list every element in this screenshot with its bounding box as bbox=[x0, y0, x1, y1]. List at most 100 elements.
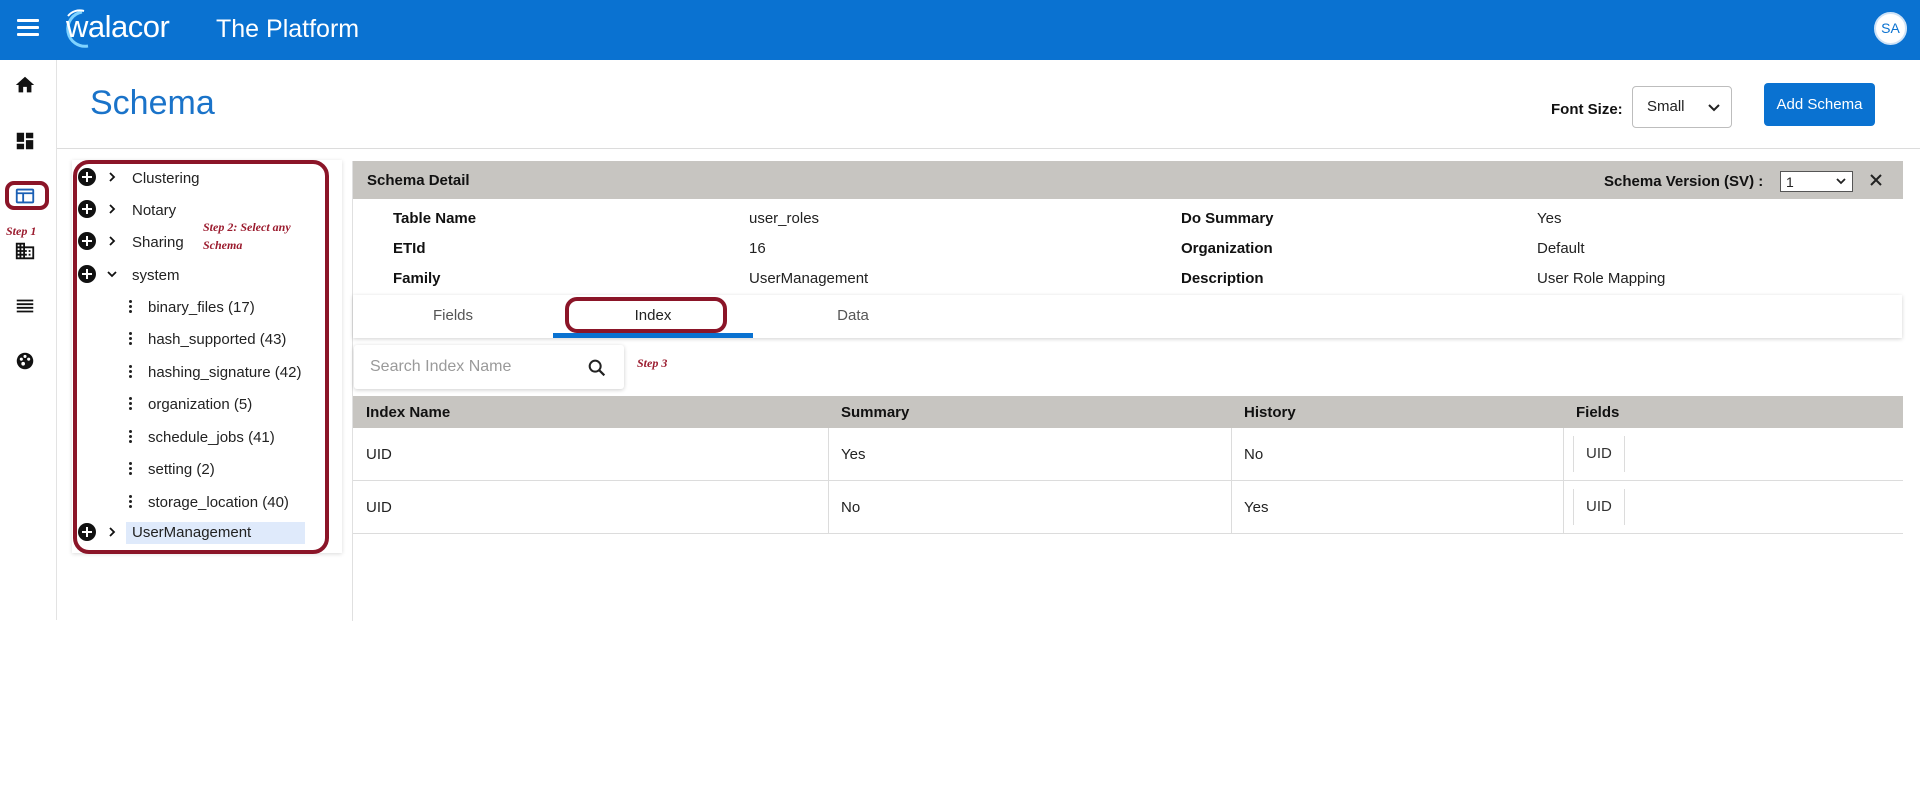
tab-index[interactable]: Index bbox=[553, 295, 753, 338]
page-title: Schema bbox=[90, 84, 215, 122]
schema-detail-header: Schema Detail Schema Version (SV) : 1 bbox=[353, 161, 1903, 199]
column-divider bbox=[828, 428, 829, 481]
column-header-fields[interactable]: Fields bbox=[1576, 404, 1619, 421]
user-avatar[interactable]: SA bbox=[1874, 12, 1907, 45]
chevron-right-icon[interactable] bbox=[106, 235, 118, 247]
column-divider bbox=[1231, 481, 1232, 534]
font-size-value: Small bbox=[1647, 98, 1685, 115]
summary-cell: Yes bbox=[841, 446, 866, 463]
home-icon[interactable] bbox=[14, 74, 36, 96]
column-divider bbox=[1563, 428, 1564, 481]
column-header-summary[interactable]: Summary bbox=[841, 404, 909, 421]
chevron-down-icon bbox=[1836, 178, 1846, 185]
add-circle-icon[interactable] bbox=[78, 265, 96, 283]
step2-annotation: Step 2: Select any Schema bbox=[203, 220, 291, 252]
tree-schema-label: hashing_signature (42) bbox=[148, 364, 302, 381]
tree-schema-label: setting (2) bbox=[148, 461, 215, 478]
index-name-cell: UID bbox=[366, 499, 392, 516]
list-icon[interactable] bbox=[14, 295, 36, 317]
top-app-bar: walacor The Platform SA bbox=[0, 0, 1920, 60]
close-icon[interactable] bbox=[1868, 172, 1884, 188]
hamburger-menu-icon[interactable] bbox=[14, 16, 42, 44]
table-row[interactable]: UID Yes No UID bbox=[353, 428, 1903, 481]
more-vert-icon[interactable] bbox=[129, 300, 135, 316]
tree-schema-label: storage_location (40) bbox=[148, 494, 289, 511]
table-row[interactable]: UID No Yes UID bbox=[353, 481, 1903, 534]
tree-group-label: UserManagement bbox=[126, 522, 306, 544]
tree-schema-item[interactable]: hashing_signature (42) bbox=[72, 360, 332, 388]
tree-group-clustering[interactable]: Clustering bbox=[72, 166, 332, 194]
tree-schema-item[interactable]: organization (5) bbox=[72, 392, 332, 420]
chevron-down-icon[interactable] bbox=[106, 268, 118, 280]
schema-version-value: 1 bbox=[1786, 174, 1794, 190]
index-search-box bbox=[354, 345, 624, 389]
tree-schema-item[interactable]: hash_supported (43) bbox=[72, 327, 332, 355]
index-name-cell: UID bbox=[366, 446, 392, 463]
organization-icon[interactable] bbox=[14, 240, 36, 262]
tree-schema-item[interactable]: schedule_jobs (41) bbox=[72, 425, 332, 453]
description-value: User Role Mapping bbox=[1537, 270, 1666, 287]
tree-group-label: Clustering bbox=[132, 170, 200, 187]
palette-icon[interactable] bbox=[14, 350, 36, 372]
tree-schema-label: organization (5) bbox=[148, 396, 253, 413]
chevron-right-icon[interactable] bbox=[106, 203, 118, 215]
add-circle-icon[interactable] bbox=[78, 200, 96, 218]
schema-detail-title: Schema Detail bbox=[367, 172, 470, 189]
column-header-index-name[interactable]: Index Name bbox=[366, 404, 450, 421]
tree-group-label: Sharing bbox=[132, 234, 184, 251]
add-circle-icon[interactable] bbox=[78, 232, 96, 250]
etid-value: 16 bbox=[749, 240, 766, 257]
field-chip: UID bbox=[1573, 436, 1625, 472]
chevron-down-icon bbox=[1708, 104, 1720, 112]
tree-schema-item[interactable]: binary_files (17) bbox=[72, 295, 332, 323]
index-search-input[interactable] bbox=[370, 357, 570, 377]
chevron-right-icon[interactable] bbox=[106, 526, 118, 538]
header-divider bbox=[57, 148, 1920, 149]
etid-label: ETId bbox=[393, 240, 426, 257]
field-chip: UID bbox=[1573, 489, 1625, 525]
tree-schema-label: hash_supported (43) bbox=[148, 331, 287, 348]
column-header-history[interactable]: History bbox=[1244, 404, 1296, 421]
table-name-label: Table Name bbox=[393, 210, 477, 227]
app-title: The Platform bbox=[216, 15, 360, 43]
step1-annotation: Step 1 bbox=[6, 224, 37, 238]
organization-label: Organization bbox=[1181, 240, 1273, 257]
more-vert-icon[interactable] bbox=[129, 365, 135, 381]
chevron-right-icon[interactable] bbox=[106, 171, 118, 183]
family-value: UserManagement bbox=[749, 270, 869, 287]
organization-value: Default bbox=[1537, 240, 1585, 257]
font-size-label: Font Size: bbox=[1551, 101, 1623, 118]
tab-data[interactable]: Data bbox=[753, 295, 953, 338]
search-icon[interactable] bbox=[586, 357, 608, 379]
schema-version-select[interactable]: 1 bbox=[1780, 171, 1853, 192]
more-vert-icon[interactable] bbox=[129, 332, 135, 348]
tree-schema-item[interactable]: storage_location (40) bbox=[72, 490, 332, 518]
column-divider bbox=[1231, 428, 1232, 481]
more-vert-icon[interactable] bbox=[129, 495, 135, 511]
add-circle-icon[interactable] bbox=[78, 523, 96, 541]
more-vert-icon[interactable] bbox=[129, 462, 135, 478]
tree-schema-item[interactable]: setting (2) bbox=[72, 457, 332, 485]
column-divider bbox=[828, 481, 829, 534]
step3-annotation: Step 3 bbox=[637, 356, 668, 370]
tree-group-usermanagement[interactable]: UserManagement bbox=[72, 521, 332, 549]
do-summary-label: Do Summary bbox=[1181, 210, 1274, 227]
tab-fields[interactable]: Fields bbox=[353, 295, 553, 338]
more-vert-icon[interactable] bbox=[129, 397, 135, 413]
font-size-select[interactable]: Small bbox=[1632, 86, 1732, 128]
dashboard-icon[interactable] bbox=[14, 130, 36, 152]
add-circle-icon[interactable] bbox=[78, 168, 96, 186]
detail-tabs: Fields Index Data bbox=[353, 295, 1902, 338]
history-cell: No bbox=[1244, 446, 1264, 463]
tree-group-system[interactable]: system bbox=[72, 263, 332, 291]
more-vert-icon[interactable] bbox=[129, 430, 135, 446]
tree-group-label: system bbox=[132, 267, 180, 284]
tree-schema-label: binary_files (17) bbox=[148, 299, 255, 316]
add-schema-button[interactable]: Add Schema bbox=[1764, 83, 1875, 126]
description-label: Description bbox=[1181, 270, 1264, 287]
tree-group-label: Notary bbox=[132, 202, 177, 219]
tree-schema-label: schedule_jobs (41) bbox=[148, 429, 275, 446]
do-summary-value: Yes bbox=[1537, 210, 1562, 227]
history-cell: Yes bbox=[1244, 499, 1269, 516]
family-label: Family bbox=[393, 270, 441, 287]
